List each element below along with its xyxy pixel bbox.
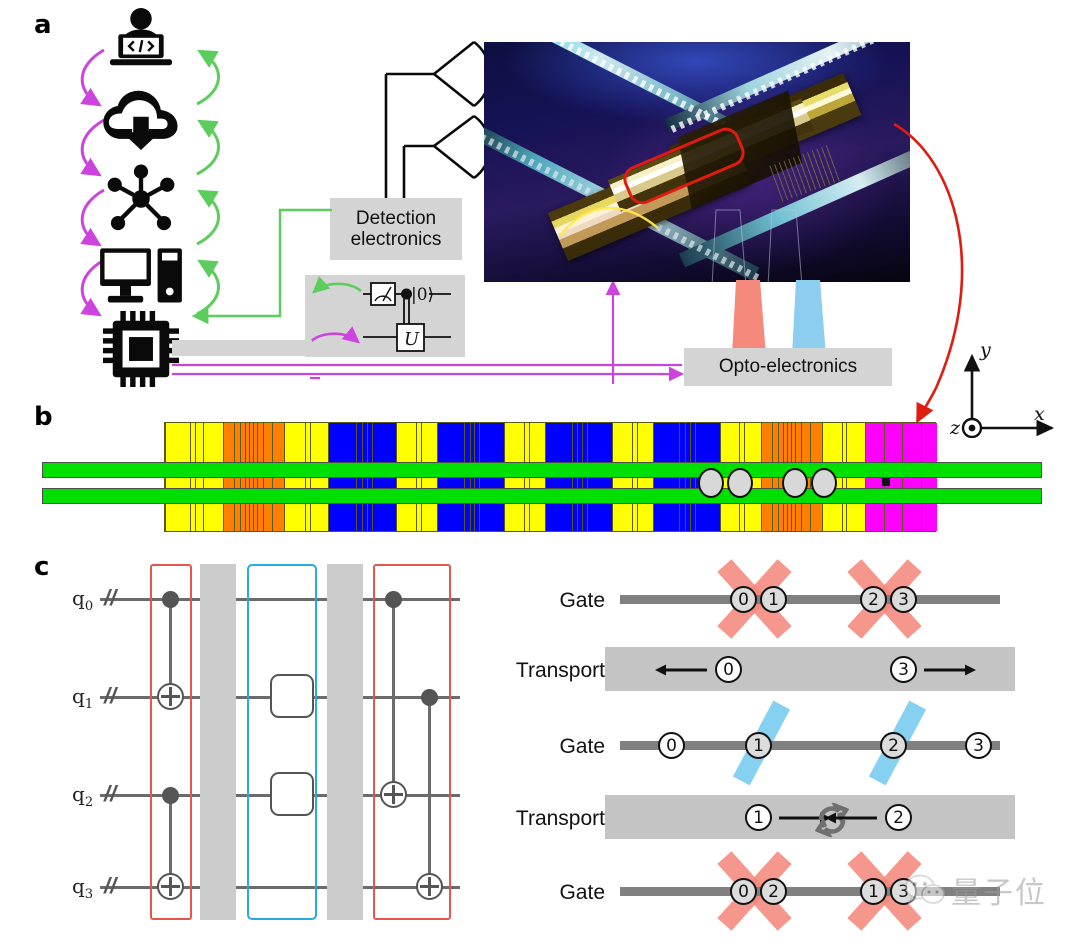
transport-row-label: Transport bbox=[515, 659, 605, 682]
panel-b-trap-diagram bbox=[0, 418, 1080, 538]
gate-row-label: Gate bbox=[559, 735, 605, 758]
watermark-text: 量子位 bbox=[951, 876, 1047, 911]
loading-slot-marker bbox=[882, 478, 890, 486]
sequence-ion-2: 2 bbox=[760, 878, 787, 905]
ion-0 bbox=[698, 468, 724, 498]
transport-ion-0: 0 bbox=[715, 656, 742, 683]
sequence-ion-0: 0 bbox=[658, 732, 685, 759]
detection-electronics-line2: electronics bbox=[350, 229, 442, 250]
sequence-ion-3: 3 bbox=[965, 732, 992, 759]
transport-ion-3: 3 bbox=[890, 656, 917, 683]
photo-control-line-magenta bbox=[310, 376, 320, 380]
cloud-download-icon bbox=[96, 86, 186, 152]
sequence-ion-1: 1 bbox=[760, 586, 787, 613]
wechat-icon bbox=[905, 874, 945, 905]
svg-text:y: y bbox=[979, 342, 991, 361]
sequence-ion-0: 0 bbox=[730, 586, 757, 613]
panel-a-letter: a bbox=[34, 10, 52, 40]
ion-2 bbox=[782, 468, 808, 498]
sequence-ion-2: 2 bbox=[880, 732, 907, 759]
sequence-ion-0: 0 bbox=[730, 878, 757, 905]
photo-feed-arrow-magenta bbox=[605, 279, 621, 384]
transport-ion-2: 2 bbox=[885, 804, 912, 831]
sequence-ion-1: 1 bbox=[745, 732, 772, 759]
opto-electronics-label: Opto-electronics bbox=[718, 356, 858, 378]
trap-axis-line bbox=[620, 595, 1000, 604]
transport-arrow-right bbox=[924, 664, 976, 676]
gate-row-label: Gate bbox=[559, 589, 605, 612]
sequence-ion-3: 3 bbox=[890, 586, 917, 613]
sequence-ion-1: 1 bbox=[860, 878, 887, 905]
sequence-ion-2: 2 bbox=[860, 586, 887, 613]
red-laser-beam-cone bbox=[732, 280, 766, 356]
ion-3 bbox=[811, 468, 837, 498]
gate-row-label: Gate bbox=[559, 881, 605, 904]
transport-arrow-left bbox=[655, 664, 707, 676]
detection-electronics-box[interactable]: Detection electronics bbox=[330, 198, 462, 260]
ion-layer bbox=[0, 418, 1080, 538]
ion-1 bbox=[727, 468, 753, 498]
transport-row-label: Transport bbox=[515, 807, 605, 830]
user-programmer-icon bbox=[96, 6, 186, 72]
svg-text:|0⟩: |0⟩ bbox=[411, 285, 434, 305]
ion-trap-chip-photo bbox=[484, 42, 910, 282]
svg-text:U: U bbox=[404, 329, 420, 350]
wechat-watermark: 量子位 bbox=[905, 868, 1047, 912]
detection-electronics-line1: Detection bbox=[355, 207, 437, 229]
transport-arrow-left bbox=[825, 812, 877, 824]
transport-ion-1: 1 bbox=[745, 804, 772, 831]
blue-laser-beam-cone bbox=[792, 280, 826, 356]
